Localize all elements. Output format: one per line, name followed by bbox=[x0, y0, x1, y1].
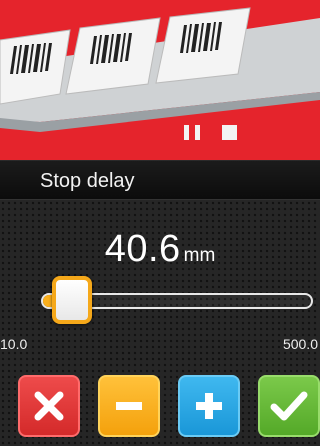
page-title: Stop delay bbox=[40, 170, 135, 192]
close-icon bbox=[34, 391, 64, 421]
slider-min-label: 10.0 bbox=[0, 336, 28, 352]
printer-setting-screen: Stop delay 40.6 mm 10.0 500.0 bbox=[0, 0, 320, 446]
value-unit: mm bbox=[183, 245, 216, 266]
confirm-button[interactable] bbox=[258, 375, 320, 437]
slider-max-label: 500.0 bbox=[282, 336, 318, 352]
gap-mark-icon bbox=[184, 125, 189, 140]
cancel-button[interactable] bbox=[18, 375, 80, 437]
label-strip-illustration bbox=[0, 0, 320, 160]
value-display: 40.6 mm bbox=[0, 228, 320, 271]
title-bar: Stop delay bbox=[0, 160, 320, 200]
value-slider-thumb[interactable] bbox=[51, 276, 92, 324]
decrement-button[interactable] bbox=[98, 375, 160, 437]
plus-icon bbox=[196, 393, 222, 419]
value-number: 40.6 bbox=[104, 228, 181, 270]
increment-button[interactable] bbox=[178, 375, 240, 437]
minus-icon bbox=[116, 402, 142, 410]
barcode-labels-image bbox=[0, 7, 320, 140]
checkmark-icon bbox=[270, 391, 308, 421]
